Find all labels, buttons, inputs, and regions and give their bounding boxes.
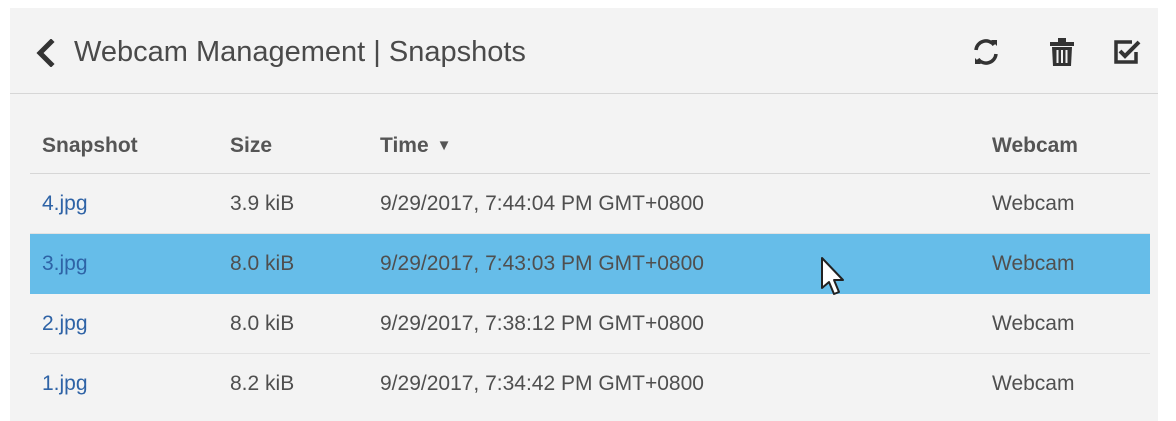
column-header-webcam[interactable]: Webcam xyxy=(992,118,1078,173)
trash-icon[interactable] xyxy=(1046,36,1078,68)
snapshots-table: Snapshot Size Time ▼ Webcam 4.jpg 3.9 ki… xyxy=(30,118,1150,414)
size-cell: 8.2 kiB xyxy=(230,372,295,395)
column-header-time-label: Time xyxy=(380,133,429,157)
webcam-cell: Webcam xyxy=(992,251,1075,275)
snapshot-link[interactable]: 2.jpg xyxy=(42,294,88,353)
table-row[interactable]: 1.jpg 8.2 kiB 9/29/2017, 7:34:42 PM GMT+… xyxy=(30,354,1150,414)
size-cell: 8.0 kiB xyxy=(230,251,295,275)
column-header-time[interactable]: Time ▼ xyxy=(380,118,452,173)
size-cell: 8.0 kiB xyxy=(230,311,295,335)
snapshots-panel: Webcam Management | Snapshots Snapshot S… xyxy=(10,8,1158,421)
page-title: Webcam Management | Snapshots xyxy=(74,36,526,68)
table-row[interactable]: 4.jpg 3.9 kiB 9/29/2017, 7:44:04 PM GMT+… xyxy=(30,174,1150,234)
snapshot-link[interactable]: 1.jpg xyxy=(42,354,88,414)
column-header-snapshot[interactable]: Snapshot xyxy=(42,118,138,173)
table-header-row: Snapshot Size Time ▼ Webcam xyxy=(30,118,1150,174)
time-cell: 9/29/2017, 7:34:42 PM GMT+0800 xyxy=(380,372,704,395)
sort-descending-icon: ▼ xyxy=(436,137,452,154)
time-cell: 9/29/2017, 7:38:12 PM GMT+0800 xyxy=(380,311,704,335)
panel-header: Webcam Management | Snapshots xyxy=(10,8,1158,94)
time-cell: 9/29/2017, 7:43:03 PM GMT+0800 xyxy=(380,251,704,275)
webcam-cell: Webcam xyxy=(992,191,1075,215)
table-row-selected[interactable]: 3.jpg 8.0 kiB 9/29/2017, 7:43:03 PM GMT+… xyxy=(30,234,1150,294)
chevron-left-icon[interactable] xyxy=(34,39,56,67)
time-cell: 9/29/2017, 7:44:04 PM GMT+0800 xyxy=(380,191,704,215)
mouse-pointer-icon xyxy=(821,257,844,295)
select-check-icon[interactable] xyxy=(1110,36,1142,68)
webcam-cell: Webcam xyxy=(992,372,1075,395)
table-row[interactable]: 2.jpg 8.0 kiB 9/29/2017, 7:38:12 PM GMT+… xyxy=(30,294,1150,354)
column-header-size[interactable]: Size xyxy=(230,118,272,173)
snapshot-link[interactable]: 4.jpg xyxy=(42,174,88,233)
page: Webcam Management | Snapshots Snapshot S… xyxy=(0,0,1176,421)
size-cell: 3.9 kiB xyxy=(230,191,295,215)
snapshot-link[interactable]: 3.jpg xyxy=(42,234,88,293)
webcam-cell: Webcam xyxy=(992,311,1075,335)
refresh-icon[interactable] xyxy=(970,36,1002,68)
